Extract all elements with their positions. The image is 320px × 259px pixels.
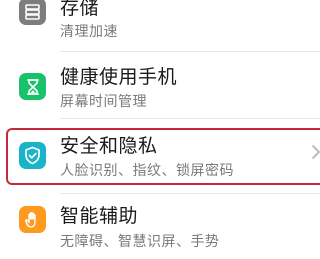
settings-item-subtitle: 屏幕时间管理 [60,94,147,110]
settings-item-digital-balance[interactable]: 健康使用手机 屏幕时间管理 [0,56,320,120]
settings-item-title: 智能辅助 [60,205,139,227]
settings-item-storage[interactable]: 存储 清理加速 [0,0,320,40]
divider [60,193,320,194]
settings-item-subtitle: 无障碍、智慧识屏、手势 [60,234,220,250]
settings-item-title: 健康使用手机 [60,66,178,88]
settings-screen: 存储 清理加速 健康使用手机 屏幕时间管理 安全和隐私 人脸识别、指纹、锁屏密码 [0,0,320,259]
highlight-box [6,128,320,185]
hourglass-icon [19,73,46,100]
settings-item-title: 存储 [60,0,100,19]
settings-item-smart-assistance[interactable]: 智能辅助 无障碍、智慧识屏、手势 [0,196,320,259]
settings-item-subtitle: 清理加速 [60,24,118,40]
divider [60,118,320,119]
storage-icon [19,0,46,25]
hand-icon [19,206,46,233]
divider [60,51,320,52]
